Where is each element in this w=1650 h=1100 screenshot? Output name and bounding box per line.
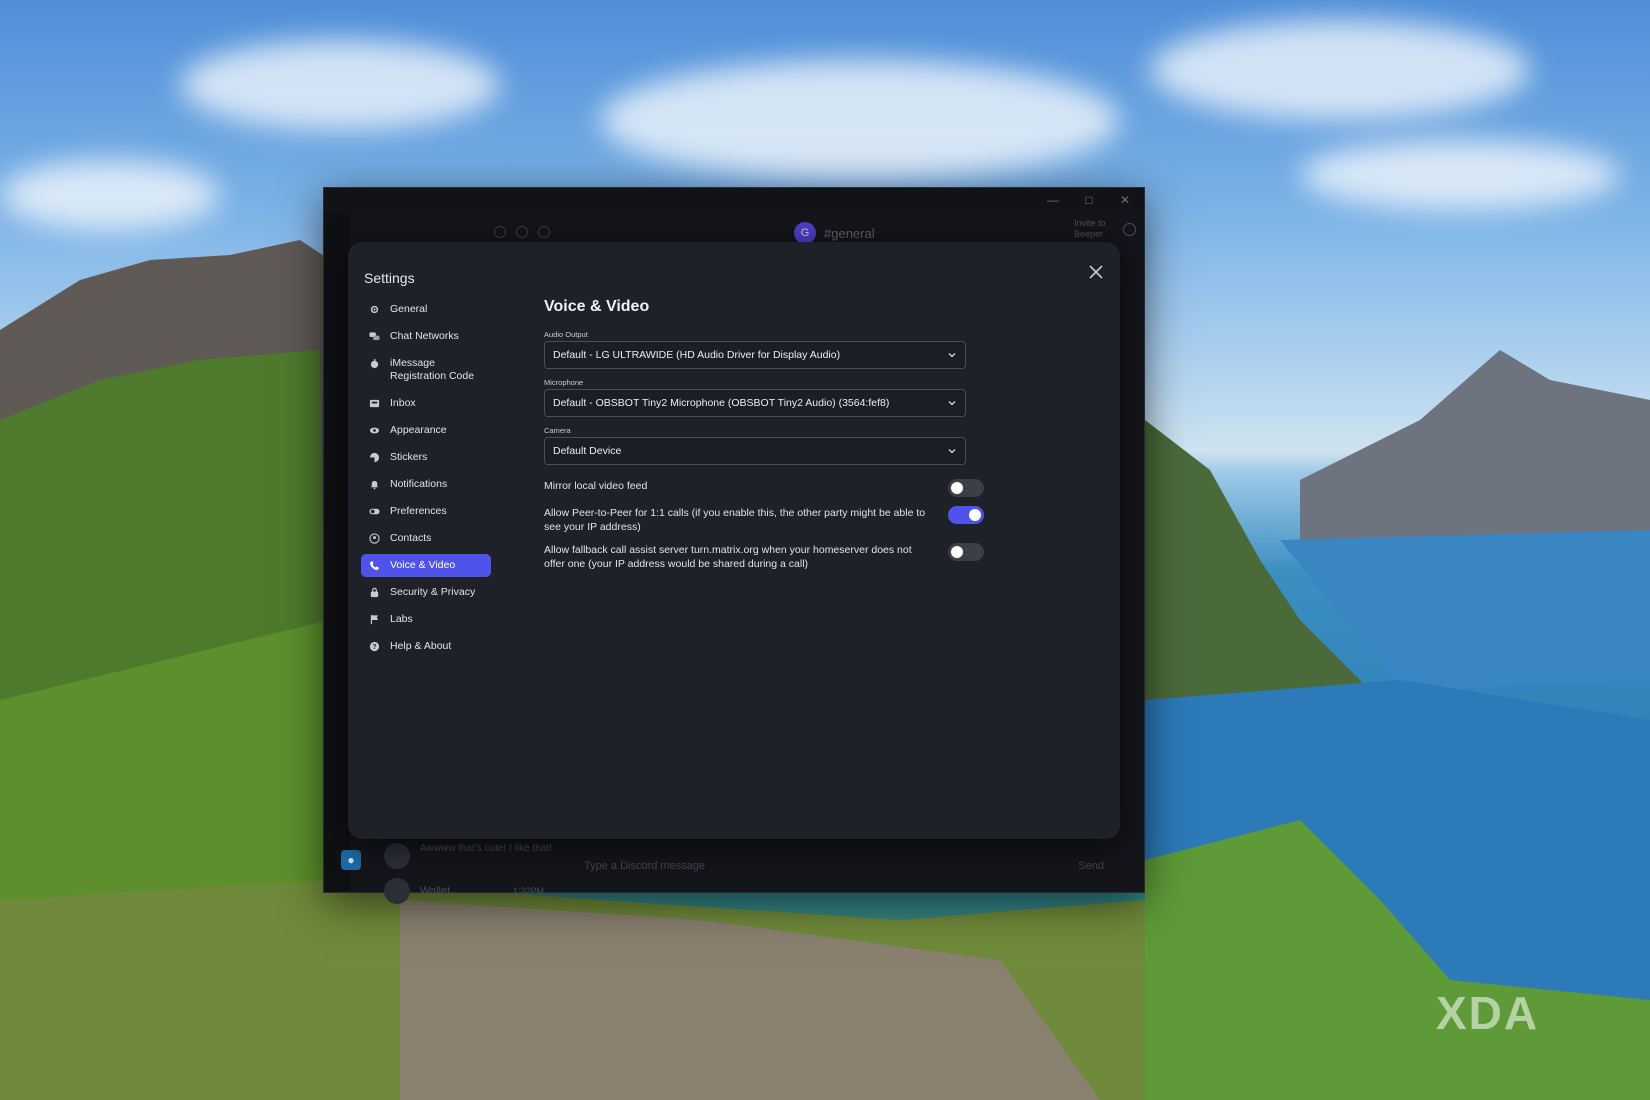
microphone-value: Default - OBSBOT Tiny2 Microphone (OBSBO… <box>553 397 890 409</box>
toggle-label: Mirror local video feed <box>544 480 648 492</box>
toggle-row: Mirror local video feed <box>544 479 984 497</box>
sidebar-item-label: Appearance <box>390 424 447 436</box>
sidebar-item-label: iMessage Registration Code <box>390 357 475 382</box>
sidebar-item-label: Stickers <box>390 451 428 463</box>
background-sidebar <box>324 212 350 892</box>
sidebar-item-label: General <box>390 303 428 315</box>
audio-output-label: Audio Output <box>544 330 588 339</box>
xda-watermark: XDA <box>1436 987 1540 1039</box>
toggle-knob <box>951 482 963 494</box>
chat-time: 1:32PM <box>512 886 544 896</box>
sidebar-item-help-about[interactable]: ? Help & About <box>361 635 491 658</box>
sidebar-item-label: Security & Privacy <box>390 586 476 598</box>
camera-label: Camera <box>544 426 571 435</box>
titlebar: — □ ✕ <box>324 188 1144 212</box>
sidebar-item-label: Preferences <box>390 505 447 517</box>
composer-placeholder: Type a Discord message <box>584 860 706 872</box>
help-icon: ? <box>369 641 380 652</box>
sidebar-item-label: Contacts <box>390 532 432 544</box>
camera-select[interactable]: Default Device <box>544 437 966 465</box>
sidebar-item-label: Voice & Video <box>390 559 456 571</box>
toggle-icon <box>369 506 380 517</box>
settings-dialog: Settings General Chat Networks iMessage Re… <box>348 242 1120 839</box>
toggle-label: Allow fallback call assist server turn.m… <box>544 544 912 570</box>
sidebar-item-appearance[interactable]: Appearance <box>361 419 491 442</box>
sidebar-item-voice-video[interactable]: Voice & Video <box>361 554 491 577</box>
settings-nav: General Chat Networks iMessage Registratio… <box>361 298 491 662</box>
message-composer[interactable]: Type a Discord message Send <box>574 853 1114 879</box>
lock-icon <box>369 587 380 598</box>
chat-bubbles-icon <box>369 331 380 342</box>
info-icon[interactable] <box>1123 223 1136 236</box>
invite-button[interactable]: Invite to Beeper <box>1074 218 1114 240</box>
bg-settings-icon[interactable] <box>516 226 528 238</box>
sidebar-item-inbox[interactable]: Inbox <box>361 392 491 415</box>
sidebar-item-label: Help & About <box>390 640 452 652</box>
chat-name: Wallet <box>420 885 451 897</box>
sidebar-item-stickers[interactable]: Stickers <box>361 446 491 469</box>
phone-icon <box>369 560 380 571</box>
toggle-row: Allow Peer-to-Peer for 1:1 calls (if you… <box>544 506 984 534</box>
apple-icon <box>369 358 380 369</box>
twitter-icon[interactable]: ● <box>341 850 361 870</box>
toggle-switch[interactable] <box>948 506 984 524</box>
maximize-icon[interactable]: □ <box>1078 190 1100 210</box>
sidebar-item-labs[interactable]: Labs <box>361 608 491 631</box>
flag-icon <box>369 614 380 625</box>
sidebar-item-notifications[interactable]: Notifications <box>361 473 491 496</box>
sidebar-item-imessage-registration-code[interactable]: iMessage Registration Code <box>361 352 491 388</box>
audio-output-select[interactable]: Default - LG ULTRAWIDE (HD Audio Driver … <box>544 341 966 369</box>
sidebar-item-chat-networks[interactable]: Chat Networks <box>361 325 491 348</box>
chevron-down-icon <box>947 398 957 408</box>
audio-output-value: Default - LG ULTRAWIDE (HD Audio Driver … <box>553 349 841 361</box>
channel-name[interactable]: #general <box>824 226 875 241</box>
toggle-list: Mirror local video feed Allow Peer-to-Pee… <box>544 479 984 571</box>
message-text: Awwww that's cute! I like that! <box>420 843 552 854</box>
toggle-switch[interactable] <box>948 543 984 561</box>
eye-icon <box>369 425 380 436</box>
sidebar-item-label: Labs <box>390 613 413 625</box>
chevron-down-icon <box>947 446 957 456</box>
sidebar-item-label: Chat Networks <box>390 330 459 342</box>
minimize-icon[interactable]: — <box>1042 190 1064 210</box>
gear-icon <box>369 304 380 315</box>
toggle-row: Allow fallback call assist server turn.m… <box>544 543 984 571</box>
microphone-label: Microphone <box>544 378 584 387</box>
sticker-icon <box>369 452 380 463</box>
bell-icon <box>369 479 380 490</box>
toggle-label: Allow Peer-to-Peer for 1:1 calls (if you… <box>544 507 926 533</box>
sidebar-item-security-privacy[interactable]: Security & Privacy <box>361 581 491 604</box>
channel-avatar: G <box>794 222 816 244</box>
dialog-title: Settings <box>364 270 415 286</box>
close-window-icon[interactable]: ✕ <box>1114 190 1136 210</box>
avatar <box>384 878 410 904</box>
section-heading: Voice & Video <box>544 298 650 315</box>
inbox-icon <box>369 398 380 409</box>
sidebar-item-contacts[interactable]: Contacts <box>361 527 491 550</box>
close-icon[interactable] <box>1086 262 1106 282</box>
background-toolbar <box>494 226 550 238</box>
contact-icon <box>369 533 380 544</box>
sidebar-item-general[interactable]: General <box>361 298 491 321</box>
camera-value: Default Device <box>553 445 622 457</box>
toggle-switch[interactable] <box>948 479 984 497</box>
message-preview: Awwww that's cute! I like that! <box>384 843 552 869</box>
send-button[interactable]: Send <box>1078 860 1104 872</box>
sidebar-item-label: Notifications <box>390 478 448 490</box>
bg-search-icon[interactable] <box>494 226 506 238</box>
toggle-knob <box>951 546 963 558</box>
microphone-select[interactable]: Default - OBSBOT Tiny2 Microphone (OBSBO… <box>544 389 966 417</box>
toggle-knob <box>969 509 981 521</box>
bg-bell-icon[interactable] <box>538 226 550 238</box>
avatar <box>384 843 410 869</box>
voice-video-panel: Voice & Video Audio Output Default - LG … <box>544 298 984 580</box>
chat-list-item-wallet[interactable]: Wallet 1:32PM <box>384 878 544 904</box>
sidebar-item-label: Inbox <box>390 397 416 409</box>
svg-text:?: ? <box>372 644 376 651</box>
chevron-down-icon <box>947 350 957 360</box>
sidebar-item-preferences[interactable]: Preferences <box>361 500 491 523</box>
channel-header: G #general <box>794 222 875 244</box>
